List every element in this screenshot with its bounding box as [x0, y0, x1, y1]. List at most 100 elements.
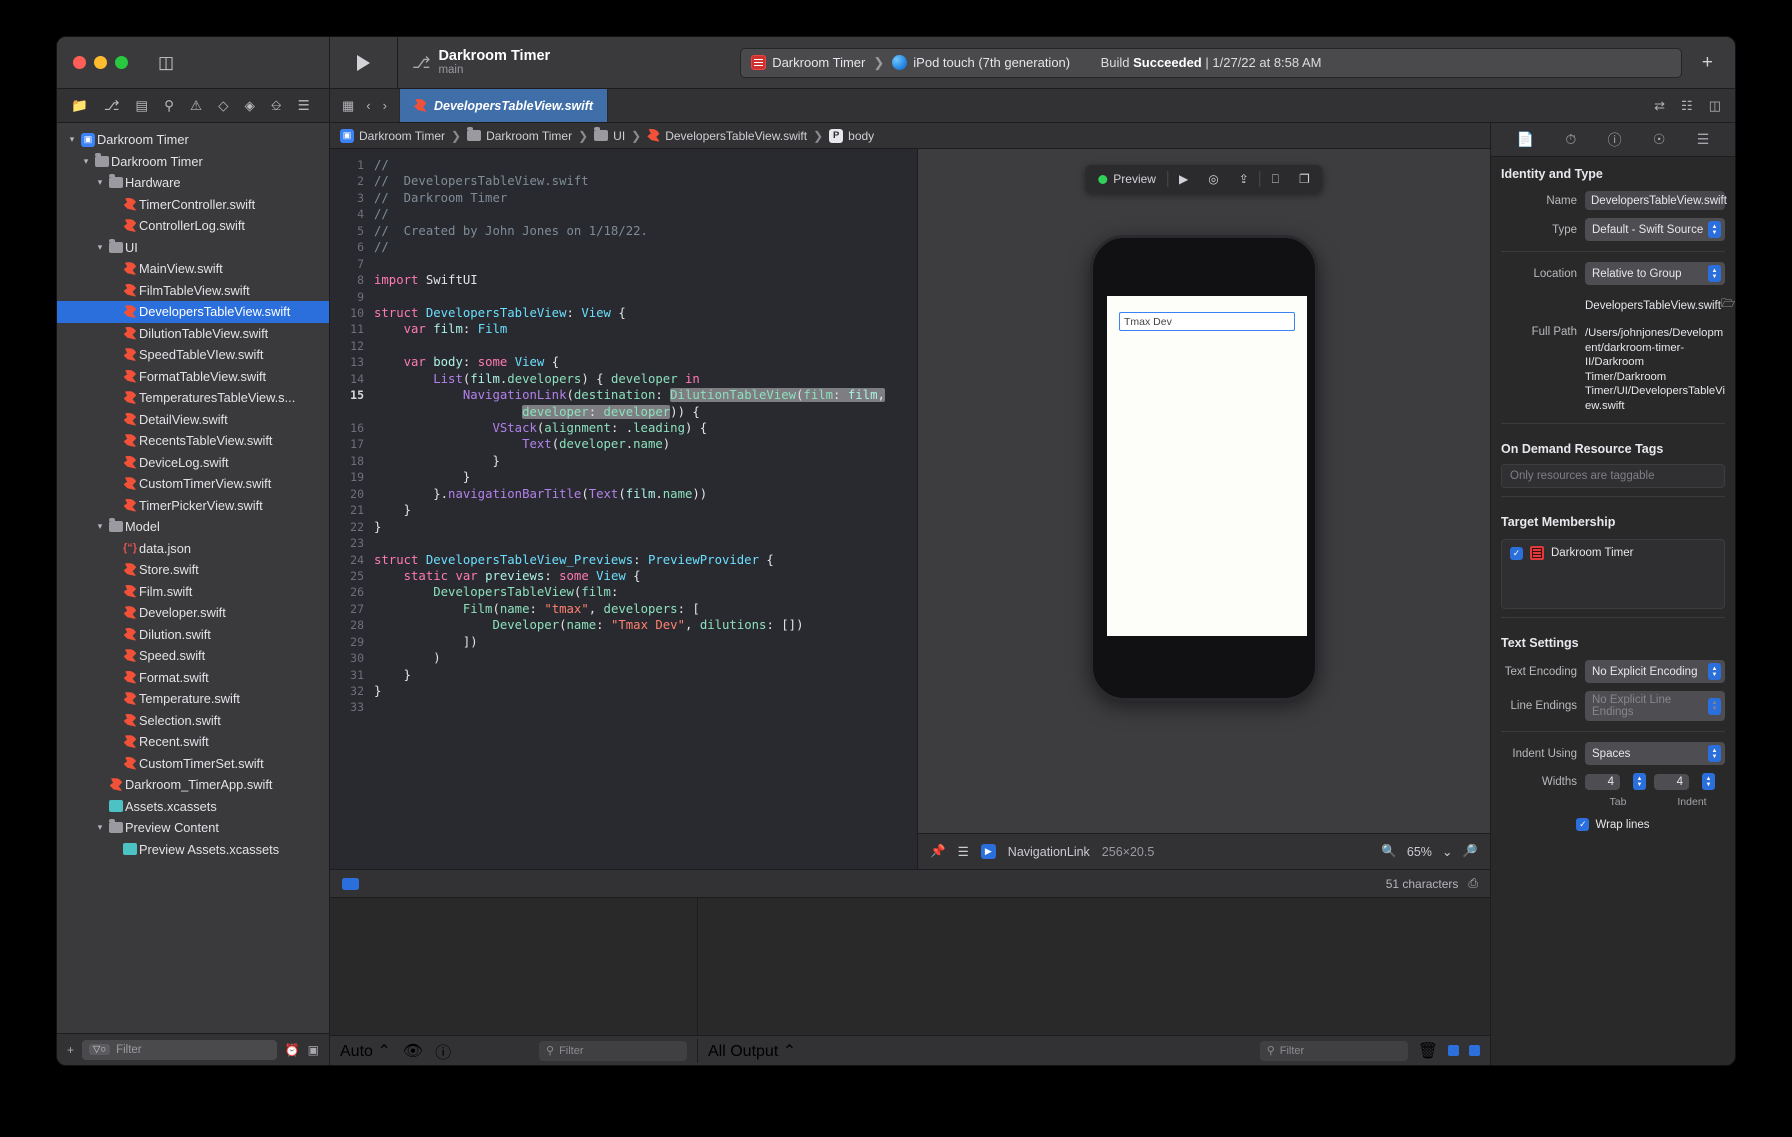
file-tree-row[interactable]: ControllerLog.swift — [57, 215, 329, 237]
debug-bar-icon[interactable] — [342, 877, 359, 890]
eye-icon[interactable]: 👁 — [403, 1041, 423, 1061]
file-tree-row[interactable]: Dilution.swift — [57, 624, 329, 646]
line-endings-popup-button[interactable]: No Explicit Line Endings ▲ ▼ — [1585, 691, 1725, 721]
preview-live-button[interactable]: Preview — [1089, 168, 1165, 190]
code-line-text[interactable] — [374, 535, 381, 551]
report-navigator-icon[interactable]: ☰ — [298, 98, 310, 114]
code-line-text[interactable]: struct DevelopersTableView_Previews: Pre… — [374, 552, 774, 568]
code-line-text[interactable]: DevelopersTableView(film: — [374, 584, 618, 600]
code-line-text[interactable] — [374, 699, 381, 715]
code-line-text[interactable]: ]) — [374, 634, 478, 650]
preview-device-button[interactable]: ⎕ — [1263, 168, 1288, 190]
attributes-inspector-tab[interactable]: ☰ — [1697, 131, 1710, 148]
disclosure-triangle-icon[interactable]: ▾ — [79, 156, 93, 167]
go-forward-button[interactable]: › — [383, 98, 387, 113]
editor-tab-developerstableview[interactable]: DevelopersTableView.swift — [398, 89, 609, 122]
adjust-editor-options-icon[interactable]: ☷ — [1681, 98, 1693, 114]
code-line-text[interactable]: Developer(name: "Tmax Dev", dilutions: [… — [374, 617, 803, 633]
device-screen[interactable]: Tmax Dev — [1107, 296, 1307, 636]
file-tree-row[interactable]: Darkroom_TimerApp.swift — [57, 774, 329, 796]
related-items-icon[interactable]: ▦ — [342, 98, 354, 114]
wrap-lines-checkbox[interactable]: ✓ — [1576, 818, 1590, 831]
code-line-text[interactable]: // — [374, 239, 389, 255]
file-tree-row[interactable]: Preview Assets.xcassets — [57, 839, 329, 861]
navigator-filter-field[interactable]: ▽○ Filter — [82, 1039, 277, 1060]
minimize-window-button[interactable] — [94, 56, 107, 69]
file-tree-row[interactable]: Film.swift — [57, 581, 329, 603]
zoom-dropdown-icon[interactable]: ⌄ — [1442, 844, 1452, 859]
file-tree-row[interactable]: CustomTimerView.swift — [57, 473, 329, 495]
code-line-text[interactable]: var body: some View { — [374, 354, 560, 370]
preview-list-row[interactable]: Tmax Dev — [1119, 312, 1295, 331]
wrap-lines-row[interactable]: ✓ Wrap lines — [1491, 818, 1735, 831]
file-tree-row[interactable]: ▾ Model — [57, 516, 329, 538]
code-line-text[interactable]: // Created by John Jones on 1/18/22. — [374, 223, 648, 239]
debug-navigator-icon[interactable]: ◈ — [245, 98, 255, 114]
destination-chooser[interactable]: Darkroom Timer ❯ iPod touch (7th generat… — [751, 55, 1070, 71]
preview-inspect-button[interactable]: ◎ — [1199, 168, 1227, 190]
file-tree-row[interactable]: Speed.swift — [57, 645, 329, 667]
file-tree-row[interactable]: Developer.swift — [57, 602, 329, 624]
preview-play-button[interactable]: ▶ — [1170, 168, 1197, 190]
scheme-selector[interactable]: ⎇ Darkroom Timer main — [398, 37, 560, 88]
disclosure-triangle-icon[interactable]: ▾ — [93, 822, 107, 833]
type-popup-button[interactable]: Default - Swift Source ▲ ▼ — [1585, 218, 1725, 241]
code-line-text[interactable]: static var previews: some View { — [374, 568, 641, 584]
file-tree-row[interactable]: Format.swift — [57, 667, 329, 689]
file-tree-row[interactable]: ▾ Darkroom Timer — [57, 151, 329, 173]
code-line-text[interactable]: Text(developer.name) — [374, 436, 670, 452]
toggle-navigator-icon[interactable]: ◫ — [158, 54, 174, 71]
file-tree-row[interactable]: FilmTableView.swift — [57, 280, 329, 302]
code-line-text[interactable] — [374, 256, 381, 272]
code-line-text[interactable]: } — [374, 519, 381, 535]
file-tree-row[interactable]: TimerController.swift — [57, 194, 329, 216]
code-line-text[interactable]: Film(name: "tmax", developers: [ — [374, 601, 700, 617]
preview-canvas-area[interactable]: Preview ▶ ◎ ⇪ ⎕ ❐ Tmax Dev — [918, 149, 1490, 833]
find-navigator-icon[interactable]: ⚲ — [164, 98, 174, 114]
file-tree-row[interactable]: TemperaturesTableView.s... — [57, 387, 329, 409]
breadcrumb-item[interactable]: DevelopersTableView.swift — [647, 129, 807, 143]
console-output-view[interactable] — [698, 898, 1490, 1035]
code-line-text[interactable]: // DevelopersTableView.swift — [374, 173, 589, 189]
code-line-text[interactable]: } — [374, 683, 381, 699]
code-line-text[interactable]: VStack(alignment: .leading) { — [374, 420, 707, 436]
zoom-out-icon[interactable]: 🔍 — [1381, 844, 1397, 859]
tab-width-field[interactable]: 4 — [1585, 773, 1620, 790]
close-window-button[interactable] — [73, 56, 86, 69]
location-popup-button[interactable]: Relative to Group ▲ ▼ — [1585, 262, 1725, 285]
console-filter-field[interactable]: ⚲ Filter — [1259, 1040, 1408, 1061]
code-review-icon[interactable]: ⇄ — [1654, 98, 1665, 114]
show-console-pane-icon[interactable] — [1469, 1045, 1480, 1056]
variables-scope-button[interactable]: Auto ⌃ — [340, 1041, 391, 1061]
file-tree-row[interactable]: DeviceLog.swift — [57, 452, 329, 474]
issue-navigator-icon[interactable]: ⚠ — [190, 98, 202, 114]
code-line-text[interactable] — [374, 289, 381, 305]
project-file-tree[interactable]: ▾ ▣ Darkroom Timer ▾ Darkroom Timer ▾ Hardware… — [57, 123, 329, 1033]
code-line-text[interactable]: developer: developer)) { — [374, 404, 700, 420]
accessibility-inspector-tab[interactable]: ☉ — [1653, 131, 1666, 148]
indent-width-stepper[interactable]: ▲ ▼ — [1702, 773, 1715, 790]
clear-console-icon[interactable]: 🗑 — [1418, 1041, 1438, 1061]
variables-filter-field[interactable]: ⚲ Filter — [539, 1040, 687, 1061]
odr-tags-field[interactable]: Only resources are taggable — [1501, 464, 1725, 488]
recent-files-filter-icon[interactable]: ⏰ — [285, 1043, 300, 1057]
file-tree-row[interactable]: DilutionTableView.swift — [57, 323, 329, 345]
preview-layout-icon[interactable]: ☰ — [958, 844, 969, 859]
code-line-text[interactable]: ) — [374, 650, 440, 666]
symbol-navigator-icon[interactable]: ▤ — [135, 98, 148, 114]
breakpoint-navigator-icon[interactable]: ⎒ — [271, 98, 282, 114]
disclosure-triangle-icon[interactable]: ▾ — [93, 521, 107, 532]
code-line-text[interactable]: struct DevelopersTableView: View { — [374, 305, 626, 321]
choose-file-folder-icon[interactable]: 🗁 — [1721, 296, 1735, 315]
code-line-text[interactable]: // Darkroom Timer — [374, 190, 507, 206]
show-variables-pane-icon[interactable] — [1448, 1045, 1459, 1056]
jump-bar-breadcrumb[interactable]: ▣ Darkroom Timer ❯ Darkroom Timer ❯ UI ❯ Develo… — [330, 123, 1490, 149]
code-line-text[interactable]: // — [374, 206, 389, 222]
tab-width-stepper[interactable]: ▲ ▼ — [1633, 773, 1646, 790]
source-control-navigator-icon[interactable]: ⎇ — [104, 98, 120, 114]
disclosure-triangle-icon[interactable]: ▾ — [65, 134, 79, 145]
file-tree-row[interactable]: Assets.xcassets — [57, 796, 329, 818]
file-tree-row[interactable]: RecentsTableView.swift — [57, 430, 329, 452]
zoom-window-button[interactable] — [115, 56, 128, 69]
code-line-text[interactable]: NavigationLink(destination: DilutionTabl… — [374, 387, 885, 403]
